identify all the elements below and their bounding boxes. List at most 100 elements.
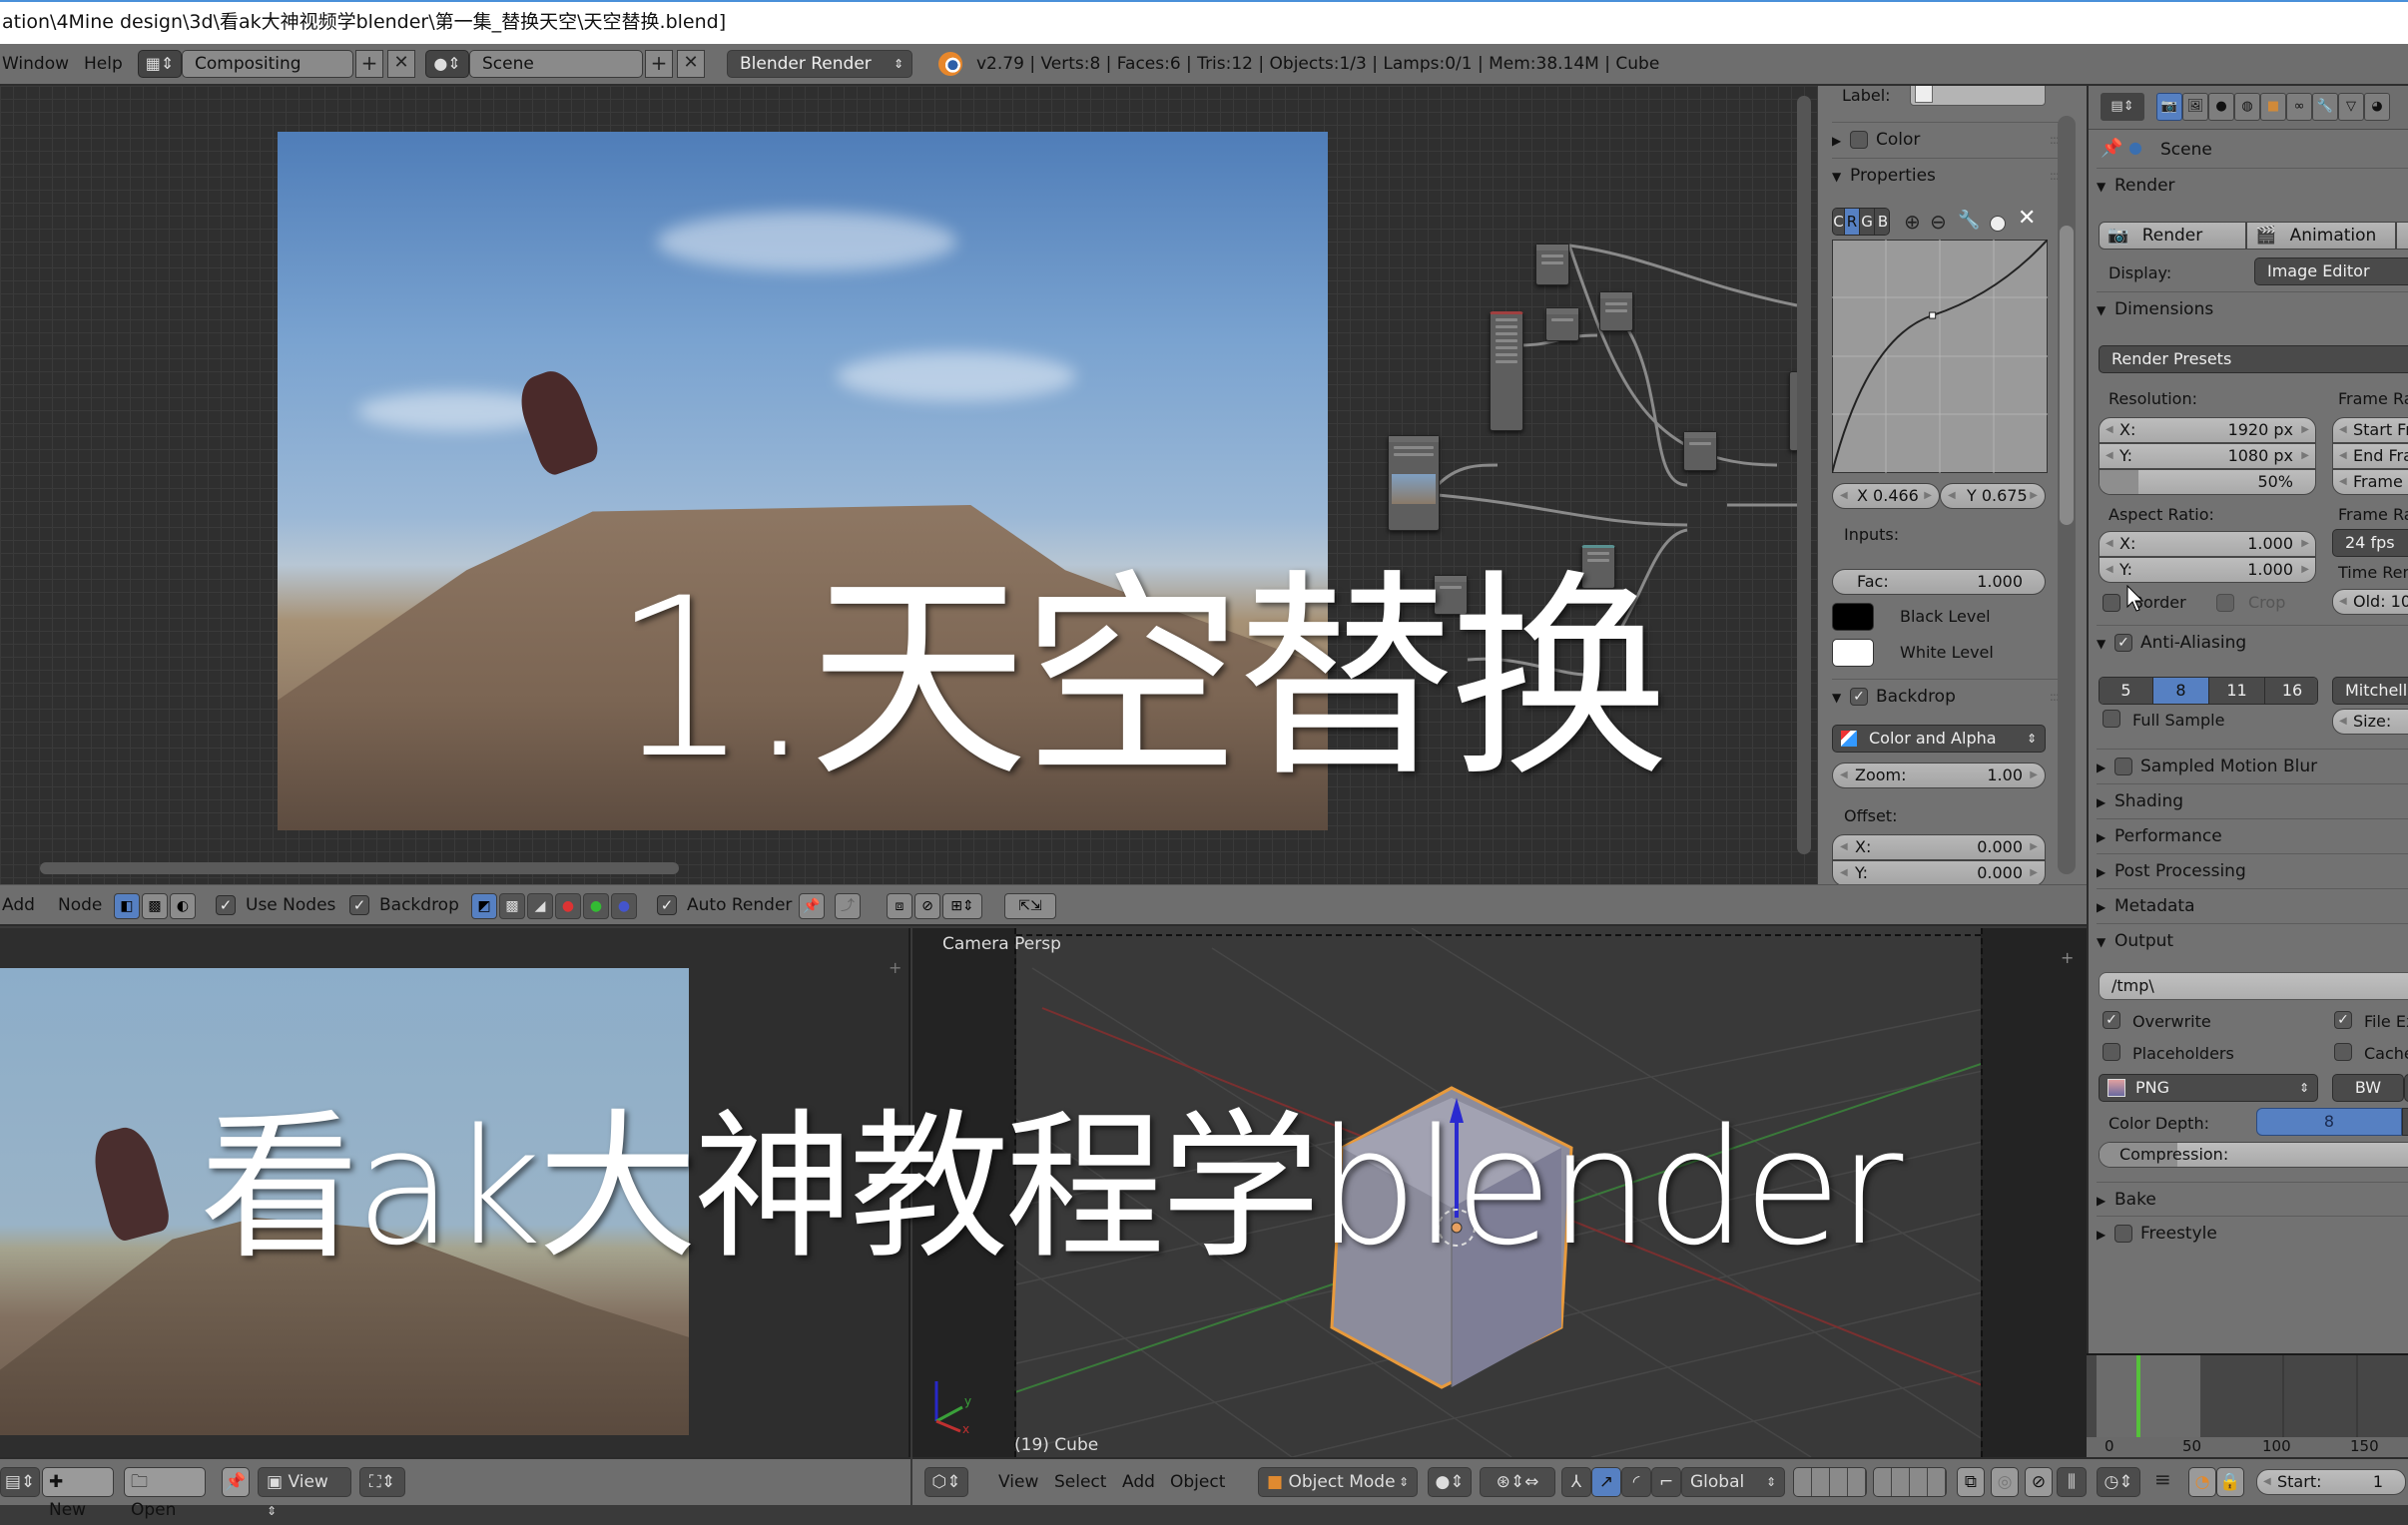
timeline-ruler[interactable]: 0 50 100 150 <box>2087 1437 2408 1457</box>
frame-rate-select[interactable]: 24 fps <box>2332 529 2408 557</box>
screen-layout-icon[interactable]: ▦⇕ <box>138 50 182 78</box>
auto-render-checkbox[interactable]: ✓ <box>657 895 677 915</box>
snap-element-icon[interactable]: ⊞⇕ <box>942 893 982 919</box>
overwrite-checkbox[interactable]: ✓ <box>2103 1010 2128 1030</box>
lock-icon[interactable]: 🔒 <box>2216 1467 2244 1497</box>
compositing-tree-icon[interactable]: ▩ <box>142 893 168 919</box>
vertical-scrollbar[interactable] <box>1797 96 1811 854</box>
editor-type-icon[interactable]: ▤⇕ <box>2101 93 2144 121</box>
horizontal-scrollbar[interactable] <box>40 862 679 874</box>
compression-slider[interactable]: Compression: <box>2099 1142 2408 1168</box>
channel-g[interactable]: G <box>1860 209 1875 235</box>
file-extensions-checkbox[interactable]: ✓ <box>2334 1010 2360 1030</box>
curve-point-x-field[interactable]: ◀ X 0.466 ▶ <box>1832 483 1940 509</box>
render-button[interactable]: 📷 Render <box>2099 222 2246 250</box>
manipulator-toggle-icon[interactable]: ⅄ <box>1561 1467 1591 1497</box>
metadata-section[interactable]: ▶ Metadata <box>2097 888 2408 922</box>
resolution-x-field[interactable]: ◀ X: 1920 px ▶ <box>2099 417 2316 443</box>
tab-render-icon[interactable]: 📷 <box>2156 93 2182 121</box>
mode-select[interactable]: ■ Object Mode ⇕ <box>1258 1467 1418 1497</box>
parent-tree-icon[interactable]: ⤴ <box>835 893 861 919</box>
proportional-edit-icon[interactable]: ◎ <box>1991 1467 2019 1497</box>
motion-blur-checkbox[interactable] <box>2114 758 2132 775</box>
aa-filter-select[interactable]: Mitchell-N <box>2332 677 2408 705</box>
backdrop-panel-checkbox[interactable]: ✓ <box>1850 688 1868 706</box>
layer-buttons-2[interactable] <box>1873 1467 1947 1497</box>
view-select[interactable]: ▣ View ⇕ <box>258 1467 351 1518</box>
shading-select[interactable]: ●⇕ <box>1428 1467 1472 1497</box>
post-processing-section[interactable]: ▶ Post Processing <box>2097 853 2408 887</box>
delete-scene-button[interactable]: ✕ <box>677 50 705 78</box>
zoom-in-icon[interactable]: ⊕ <box>1904 210 1921 234</box>
start-frame-field[interactable]: ◀ Start: 1 <box>2256 1469 2406 1495</box>
cache-result-checkbox[interactable] <box>2334 1042 2360 1062</box>
rotate-icon[interactable]: ◜ <box>1621 1467 1651 1497</box>
tab-material-icon[interactable]: ◕ <box>2364 93 2390 121</box>
crop-checkbox[interactable] <box>2216 593 2242 613</box>
aspect-y-field[interactable]: ◀ Y: 1.000 ▶ <box>2099 557 2316 583</box>
render-presets-select[interactable]: Render Presets <box>2099 345 2408 373</box>
tab-object-icon[interactable]: ■ <box>2260 93 2286 121</box>
dimensions-section-header[interactable]: ▼ Dimensions <box>2097 291 2408 325</box>
color-depth-8-button[interactable]: 8 <box>2256 1108 2402 1136</box>
channel-r[interactable]: R <box>1845 209 1860 235</box>
pin-icon[interactable]: 📌 <box>2101 138 2122 159</box>
color-depth-16-button[interactable] <box>2402 1108 2408 1136</box>
anti-aliasing-section-header[interactable]: ▼ ✓ Anti-Aliasing <box>2097 625 2408 659</box>
image-input-node[interactable] <box>1388 435 1440 531</box>
render-section-header[interactable]: ▼ Render <box>2097 168 2408 202</box>
editor-type-icon[interactable]: ⬡⇕ <box>924 1467 968 1497</box>
node-box[interactable] <box>1490 311 1523 431</box>
placeholders-checkbox[interactable] <box>2103 1042 2128 1062</box>
frame-step-field[interactable]: ◀Frame S <box>2332 469 2408 495</box>
bake-section[interactable]: ▶ Bake <box>2097 1182 2408 1216</box>
color-mode-bw[interactable]: BW <box>2332 1074 2404 1102</box>
offset-y-field[interactable]: ◀ Y: 0.000 ▶ <box>1832 860 2046 884</box>
aspect-x-field[interactable]: ◀ X: 1.000 ▶ <box>2099 531 2316 557</box>
menu-add[interactable]: Add <box>2 885 35 925</box>
lock-layers-icon[interactable]: ⧉ <box>1957 1467 1985 1497</box>
editor-type-icon[interactable]: ▤⇕ <box>0 1467 40 1497</box>
node-box[interactable] <box>1535 244 1569 285</box>
shader-tree-icon[interactable]: ◧ <box>114 893 140 919</box>
use-nodes-checkbox[interactable]: ✓ <box>216 895 236 915</box>
color-section-header[interactable]: ▶ Color :::: <box>1832 122 2072 156</box>
shading-section[interactable]: ▶ Shading <box>2097 783 2408 817</box>
channel-b[interactable]: B <box>1875 209 1889 235</box>
resolution-percentage-slider[interactable]: 50% <box>2099 469 2316 495</box>
backdrop-section-header[interactable]: ▼ ✓ Backdrop :::: <box>1832 679 2072 713</box>
black-level-swatch[interactable] <box>1832 603 1874 631</box>
backdrop-channels-select[interactable]: Color and Alpha ⇕ <box>1832 725 2046 753</box>
delete-point-icon[interactable]: ✕ <box>2018 206 2036 231</box>
menu-select[interactable]: Select <box>1054 1459 1106 1505</box>
tab-render-layers-icon[interactable]: 🖼 <box>2182 93 2208 121</box>
render-engine-select[interactable]: Blender Render ⇕ <box>727 50 912 78</box>
add-screen-button[interactable]: + <box>355 50 383 78</box>
translate-icon[interactable]: ↗ <box>1591 1467 1621 1497</box>
menu-node[interactable]: Node <box>58 885 102 925</box>
menu-view[interactable]: View <box>998 1459 1038 1505</box>
tab-data-icon[interactable]: ▽ <box>2338 93 2364 121</box>
curve-point[interactable] <box>1929 311 1937 319</box>
output-path-field[interactable]: /tmp\ <box>2099 972 2408 1000</box>
backdrop-blue-icon[interactable]: ● <box>611 893 637 919</box>
pin-icon[interactable]: 📌 <box>799 893 825 919</box>
screen-layout-field[interactable]: Compositing <box>182 50 353 78</box>
fac-field[interactable]: Fac: 1.000 <box>1832 569 2046 595</box>
keyframe-type-icon[interactable]: ◔ <box>2188 1467 2216 1497</box>
tab-scene-icon[interactable]: ● <box>2208 93 2234 121</box>
menu-add[interactable]: Add <box>1122 1459 1155 1505</box>
menu-window[interactable]: Window <box>2 44 69 84</box>
performance-section[interactable]: ▶ Performance <box>2097 818 2408 852</box>
pin-icon[interactable]: 📌 <box>222 1467 250 1497</box>
panel-scrollbar[interactable] <box>2058 116 2076 874</box>
aa-samples-11[interactable]: 11 <box>2209 678 2265 704</box>
properties-section-header[interactable]: ▼ Properties :::: <box>1832 158 2072 192</box>
scene-field[interactable]: Scene <box>469 50 643 78</box>
menu-help[interactable]: Help <box>84 44 123 84</box>
sampled-motion-blur-section[interactable]: ▶ Sampled Motion Blur <box>2097 749 2408 782</box>
scene-icon[interactable]: ●⇕ <box>425 50 469 78</box>
snap-icon[interactable]: ⊘ <box>2025 1467 2053 1497</box>
channel-c[interactable]: C <box>1833 209 1845 235</box>
audio-button[interactable] <box>2396 222 2408 250</box>
